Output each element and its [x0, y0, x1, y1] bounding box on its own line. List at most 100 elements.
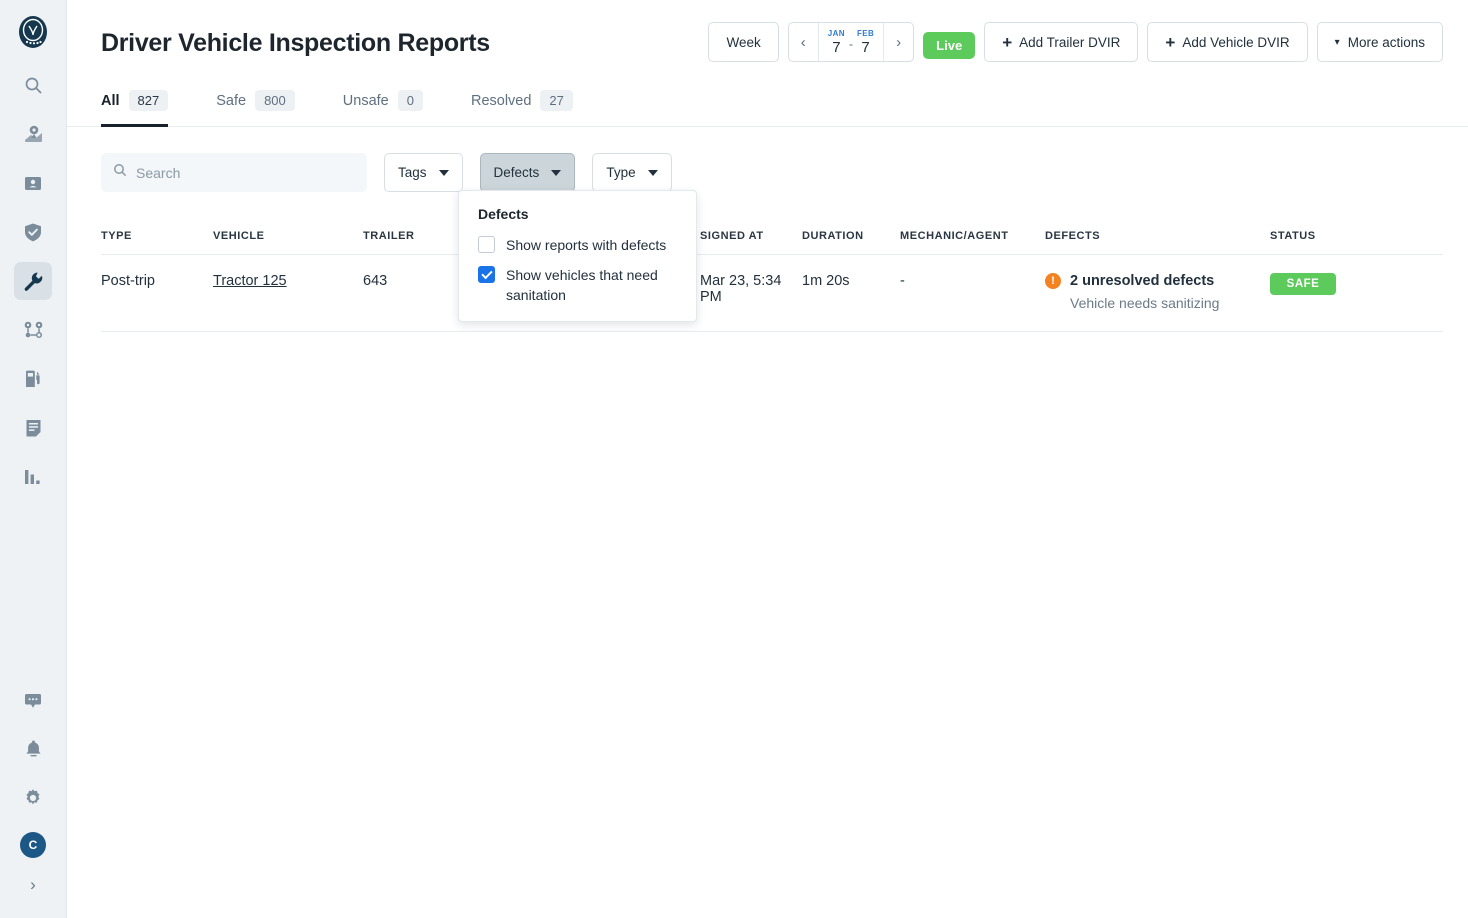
sidebar-item-dispatch[interactable] — [14, 311, 52, 349]
header-actions: Week ‹ JAN 7 - FEB 7 › Live + Add Traile… — [708, 22, 1443, 62]
checkbox-unchecked-icon[interactable] — [478, 236, 495, 253]
chevron-down-icon — [551, 169, 562, 176]
tags-filter-button[interactable]: Tags — [384, 153, 463, 192]
warning-icon: ! — [1045, 273, 1061, 289]
route-icon — [23, 321, 44, 339]
tab-safe[interactable]: Safe 800 — [216, 90, 317, 126]
defects-note: Vehicle needs sanitizing — [1070, 295, 1220, 311]
plus-icon: + — [1002, 32, 1013, 52]
chevron-right-icon[interactable]: › — [883, 23, 913, 61]
tab-bar: All 827 Safe 800 Unsafe 0 Resolved 27 — [67, 90, 1468, 127]
tab-all-count: 827 — [128, 90, 169, 111]
tab-unsafe-label: Unsafe — [342, 92, 389, 109]
sidebar-item-fuel[interactable] — [14, 360, 52, 398]
table-row[interactable]: Post-trip Tractor 125 643 Dave Nolan Mar… — [101, 255, 1443, 332]
chevron-down-icon — [438, 169, 449, 176]
main-content: Driver Vehicle Inspection Reports Week ‹… — [67, 0, 1468, 918]
app-root: C › Driver Vehicle Inspection Reports We… — [0, 0, 1468, 918]
sidebar-item-settings[interactable] — [14, 779, 52, 817]
page-title: Driver Vehicle Inspection Reports — [101, 29, 490, 57]
tab-all-label: All — [101, 92, 120, 109]
sidebar-item-notifications[interactable] — [14, 730, 52, 768]
week-button[interactable]: Week — [708, 22, 779, 62]
filter-bar: Tags Defects Type Defects Show reports w… — [67, 127, 1468, 322]
defects-summary: ! 2 unresolved defects — [1045, 273, 1270, 289]
reports-table: TYPE VEHICLE TRAILER SIGNED AT DURATION … — [67, 230, 1468, 332]
date-range-display[interactable]: JAN 7 - FEB 7 — [819, 23, 883, 61]
cell-defects: ! 2 unresolved defects Vehicle needs san… — [1045, 273, 1270, 311]
defects-option-label: Show reports with defects — [506, 237, 667, 253]
chat-icon — [23, 691, 43, 710]
chevron-down-icon — [647, 169, 658, 176]
sidebar-item-search[interactable] — [14, 66, 52, 104]
column-header-type: TYPE — [101, 230, 132, 242]
tab-safe-label: Safe — [216, 92, 247, 109]
add-vehicle-dvir-button[interactable]: + Add Vehicle DVIR — [1147, 22, 1308, 62]
bell-icon — [24, 739, 43, 759]
sidebar-item-reports[interactable] — [14, 458, 52, 496]
plus-icon: + — [1165, 32, 1176, 52]
search-icon — [24, 76, 43, 95]
search-box[interactable] — [101, 153, 367, 192]
tab-resolved[interactable]: Resolved 27 — [471, 90, 595, 126]
defects-option-reports-with-defects[interactable]: Show reports with defects — [478, 235, 679, 255]
defects-dropdown-panel: Defects Show reports with defects Show v… — [458, 190, 697, 322]
search-icon — [113, 163, 127, 182]
type-filter-button[interactable]: Type — [592, 153, 672, 192]
sidebar-item-drivers[interactable] — [14, 164, 52, 202]
tab-resolved-count: 27 — [540, 90, 573, 111]
fuel-pump-icon — [23, 369, 43, 389]
column-header-duration: DURATION — [802, 230, 864, 242]
live-button[interactable]: Live — [923, 31, 976, 59]
column-header-vehicle: VEHICLE — [213, 230, 265, 242]
map-pin-icon — [23, 124, 44, 145]
tags-filter-label: Tags — [398, 165, 427, 180]
cell-signed-at: Mar 23, 5:34 PM — [700, 273, 782, 305]
sidebar-item-safety[interactable] — [14, 213, 52, 251]
defects-dropdown-title: Defects — [478, 206, 529, 222]
tab-safe-count: 800 — [255, 90, 295, 111]
table-header-row: TYPE VEHICLE TRAILER SIGNED AT DURATION … — [101, 230, 1443, 255]
cell-status: SAFE — [1270, 273, 1443, 295]
cell-type: Post-trip — [101, 273, 155, 289]
type-filter-label: Type — [606, 165, 636, 180]
add-trailer-dvir-button[interactable]: + Add Trailer DVIR — [984, 22, 1139, 62]
date-end-month: FEB — [856, 28, 875, 38]
tab-resolved-label: Resolved — [470, 92, 532, 109]
gear-icon — [23, 788, 43, 808]
defects-option-needs-sanitation[interactable]: Show vehicles that need sanitation — [478, 265, 679, 305]
owl-logo[interactable] — [13, 12, 53, 52]
sidebar-item-documents[interactable] — [14, 409, 52, 447]
sidebar-item-maintenance[interactable] — [14, 262, 52, 300]
vehicle-link[interactable]: Tractor 125 — [213, 273, 287, 289]
date-end-day: 7 — [861, 38, 870, 56]
more-actions-button[interactable]: ▾ More actions — [1316, 22, 1443, 62]
defects-option-label: Show vehicles that need sanitation — [506, 267, 658, 303]
sidebar-item-live-map[interactable] — [14, 115, 52, 153]
shield-check-icon — [23, 222, 43, 243]
sidebar-item-messages[interactable] — [14, 681, 52, 719]
tab-unsafe[interactable]: Unsafe 0 — [343, 90, 445, 126]
checkbox-checked-icon[interactable] — [478, 266, 495, 283]
document-icon — [24, 418, 43, 438]
cell-vehicle: Tractor 125 — [213, 273, 363, 289]
sidebar: C › — [0, 0, 67, 918]
avatar[interactable]: C — [20, 832, 46, 858]
column-header-defects: DEFECTS — [1045, 230, 1101, 242]
status-badge: SAFE — [1270, 273, 1336, 295]
wrench-icon — [23, 271, 44, 292]
date-separator: - — [848, 36, 853, 51]
tab-all[interactable]: All 827 — [101, 90, 190, 127]
more-actions-label: More actions — [1347, 34, 1425, 50]
defects-filter-button[interactable]: Defects — [479, 153, 576, 192]
defects-filter-label: Defects — [493, 165, 540, 180]
tab-unsafe-count: 0 — [397, 90, 423, 111]
cell-duration: 1m 20s — [802, 273, 850, 289]
column-header-signed-at: SIGNED AT — [700, 230, 764, 242]
date-range-picker[interactable]: ‹ JAN 7 - FEB 7 › — [787, 22, 915, 62]
search-input[interactable] — [136, 164, 355, 181]
chevron-right-icon[interactable]: › — [18, 872, 48, 898]
chevron-left-icon[interactable]: ‹ — [789, 23, 819, 61]
column-header-status: STATUS — [1270, 230, 1316, 242]
page-header: Driver Vehicle Inspection Reports Week ‹… — [67, 0, 1468, 62]
